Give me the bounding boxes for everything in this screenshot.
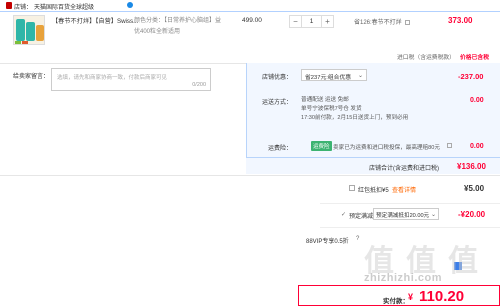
store-logo-icon	[6, 2, 12, 9]
message-textarea[interactable]: 选填，请先和商家协商一致，付款后商家可见 0/200	[51, 68, 211, 91]
unit-price: 499.00	[242, 17, 262, 24]
qty-plus-button[interactable]: +	[321, 15, 334, 28]
message-counter: 0/200	[192, 82, 206, 88]
presale-row: ✓ 预定满减 预定满减抵扣20.00元 ⌄ -¥20.00	[340, 208, 500, 224]
vip-label: 88VIP专享0.5折	[306, 239, 349, 245]
watermark-char-3: 值	[448, 244, 478, 279]
red-packet-amount: ¥5.00	[464, 184, 485, 193]
shipping-warehouse: 单号宁波保税7号仓 发货	[301, 106, 362, 112]
product-title-text: 【自营】Swiss...	[95, 18, 139, 25]
section-divider-4	[320, 227, 500, 228]
chevron-down-icon: ⌄	[357, 73, 363, 79]
watermark-char-1: 值	[364, 244, 394, 279]
presale-label: 预定满减	[349, 214, 374, 220]
tax-row: 进口税（含运费税款） 价格已含税	[0, 48, 500, 62]
shipping-insurance-text: 卖家已为运费和进口税投保，最高理赔80元	[333, 145, 440, 151]
store-total-amount: ¥136.00	[457, 162, 486, 171]
watermark: 值 值 值	[364, 236, 494, 279]
store-total-label: 店铺合计(含运费和进口税)	[369, 166, 439, 172]
payment-total-amount: 110.20	[419, 288, 465, 305]
qty-minus-button[interactable]: −	[289, 15, 302, 28]
store-total-bar: 店铺合计(含运费和进口税) ¥136.00	[246, 157, 500, 174]
section-divider-2	[0, 175, 500, 176]
shipping-label: 运送方式：	[262, 100, 293, 106]
presale-check-icon[interactable]: ✓	[341, 211, 346, 218]
shipping-insurance-tag: 运费险	[311, 141, 332, 151]
presale-selected: 预定满减抵扣20.00元	[376, 213, 430, 219]
red-packet-row: 红包抵扣¥5 查看详情 ¥5.00	[340, 182, 500, 196]
promo-note-text: 省126:春节不打烊	[354, 20, 402, 26]
section-divider-3	[320, 203, 500, 204]
quantity-stepper[interactable]: − 1 +	[289, 15, 334, 28]
shipping-insurance-fee: 0.00	[470, 143, 484, 150]
product-option-line1: 颜色分类：【日常养护心脑组】益	[134, 18, 222, 24]
shop-discount-label: 店铺优惠：	[262, 75, 293, 81]
promo-note: 省126:春节不打烊	[354, 17, 411, 26]
watermark-char-2: 值	[406, 244, 436, 279]
red-packet-details-link[interactable]: 查看详情	[392, 185, 416, 194]
payment-total-currency: ¥	[408, 292, 414, 302]
shipping-details: 普通配送 运送 免邮 单号宁波保税7号仓 发货 17:30前付款，2月15日送货…	[301, 96, 408, 123]
red-packet-label: 红包抵扣¥5	[358, 188, 389, 194]
presale-select[interactable]: 预定满减抵扣20.00元 ⌄	[373, 208, 439, 220]
store-verified-badge-icon	[127, 2, 133, 8]
promo-info-icon[interactable]	[405, 19, 411, 25]
message-label: 给卖家留言：	[13, 74, 50, 80]
presale-amount: -¥20.00	[458, 210, 486, 219]
store-name-link[interactable]: 天猫国际百货全球超级	[34, 2, 94, 11]
product-option-line2: 优400粒全新适用	[134, 29, 181, 35]
product-options: 颜色分类：【日常养护心脑组】益 优400粒全新适用	[134, 16, 221, 38]
payment-total-box: 实付款： ¥ 110.20	[298, 285, 500, 306]
vip-info-icon[interactable]: ?	[356, 236, 359, 242]
message-placeholder: 选填，请先和商家协商一致，付款后商家可见	[57, 75, 168, 81]
red-packet-checkbox[interactable]	[349, 185, 355, 191]
shop-discount-select[interactable]: 省237元:组合优惠 ⌄	[301, 69, 367, 81]
shipping-method: 普通配送 运送 免邮	[301, 97, 349, 103]
presale-chevron-down-icon: ⌄	[430, 212, 436, 218]
product-subtotal: 373.00	[448, 16, 473, 25]
shipping-insurance-label: 运费险：	[268, 146, 293, 152]
store-label: 店铺：	[14, 5, 33, 11]
tax-label: 进口税（含运费税款）	[397, 55, 455, 61]
shop-discount-selected: 省237元:组合优惠	[305, 75, 352, 81]
tax-value: 价格已含税	[460, 55, 489, 61]
product-image[interactable]	[13, 15, 45, 45]
product-title-tag: 【春节不打烊】	[52, 18, 96, 25]
watermark-url: zhizhizhi.com	[364, 272, 442, 284]
payment-total-label: 实付款：	[383, 298, 409, 305]
insurance-info-icon[interactable]	[447, 143, 452, 148]
shop-discount-amount: -237.00	[458, 72, 484, 81]
product-row: 【春节不打烊】【自营】Swiss... 颜色分类：【日常养护心脑组】益 优400…	[0, 12, 500, 47]
qty-input[interactable]: 1	[302, 15, 321, 28]
product-title[interactable]: 【春节不打烊】【自营】Swiss...	[52, 16, 138, 25]
shipping-fee: 0.00	[470, 97, 484, 104]
shipping-eta: 17:30前付款，2月15日送货上门，预到必用	[301, 115, 409, 121]
